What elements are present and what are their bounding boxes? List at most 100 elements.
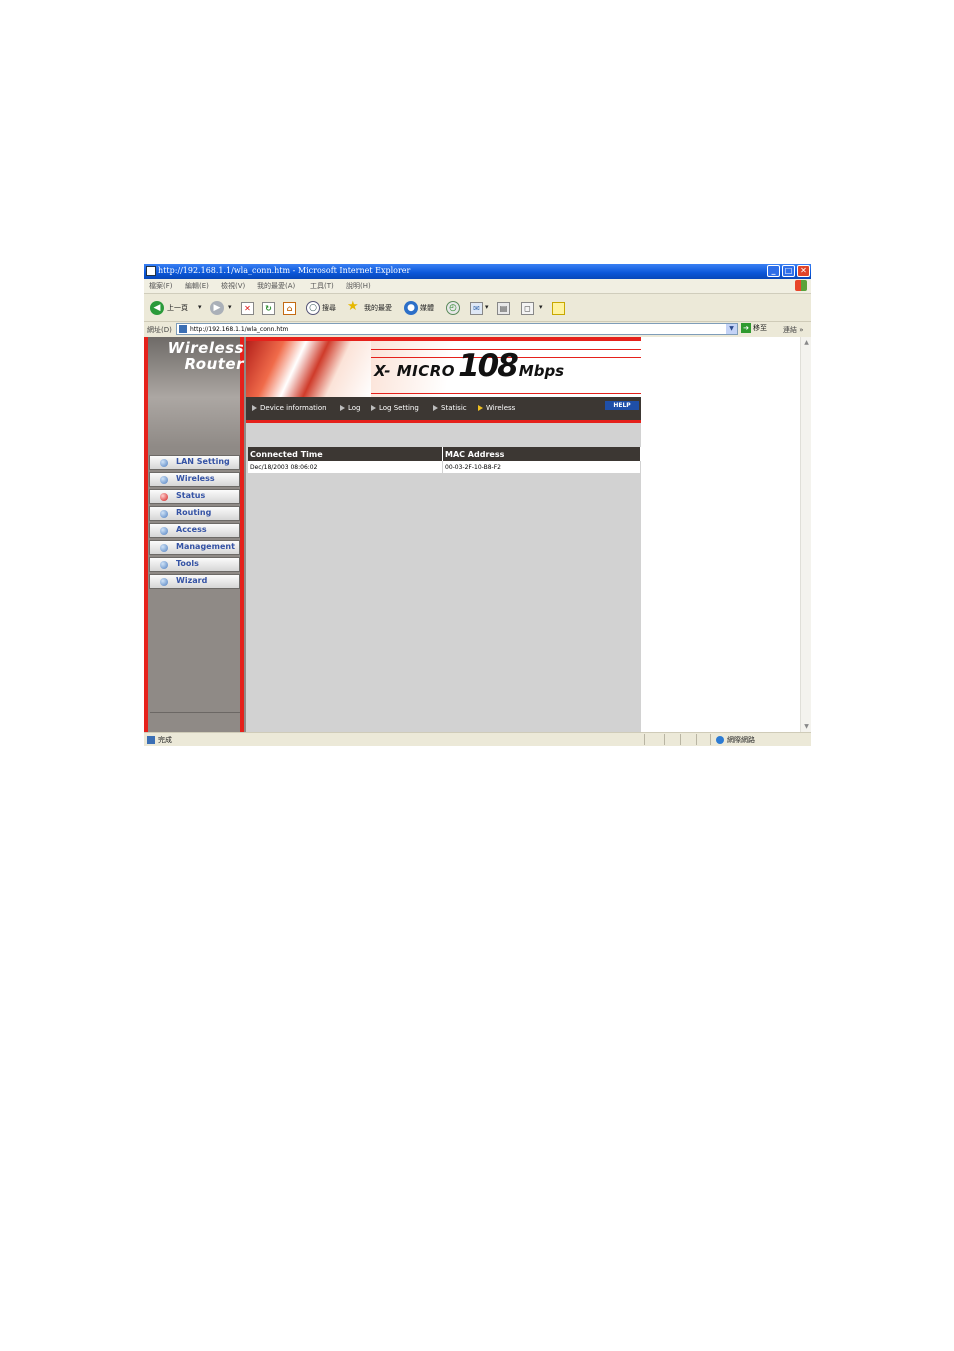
media-icon[interactable]: ● — [404, 301, 418, 315]
triangle-icon — [433, 405, 438, 411]
refresh-icon[interactable]: ↻ — [262, 302, 275, 315]
nav-item-label: Wireless — [176, 474, 215, 483]
menu-view[interactable]: 檢視(V) — [221, 281, 245, 291]
forward-arrow-icon[interactable]: ▶ — [210, 301, 224, 315]
forward-dropdown-icon[interactable]: ▾ — [228, 303, 232, 311]
page-icon — [179, 325, 187, 333]
links-label: 連結 — [783, 326, 797, 334]
stop-icon[interactable]: ✕ — [241, 302, 254, 315]
brand-line-1: Wireless — [167, 339, 244, 357]
back-arrow-icon[interactable]: ◀ — [150, 301, 164, 315]
nav-item-status[interactable]: Status — [149, 489, 240, 504]
status-label: 完成 — [158, 736, 172, 744]
address-field[interactable]: ▼ — [176, 323, 738, 335]
logo-brand: X- MICRO — [374, 362, 456, 380]
links-toolbar[interactable]: 連結 » — [783, 325, 804, 335]
favorites-star-icon[interactable]: ★ — [347, 299, 359, 314]
logo-unit: Mbps — [518, 362, 565, 380]
table-header-row: Connected Time MAC Address — [248, 447, 641, 461]
tab-label: Log Setting — [379, 404, 419, 412]
windows-logo-icon — [795, 280, 807, 291]
print-icon[interactable]: ▤ — [497, 302, 510, 315]
logo-speed: 108 — [458, 348, 519, 384]
status-divider — [664, 734, 665, 745]
menu-file[interactable]: 檔案(F) — [149, 281, 173, 291]
column-header-mac-address: MAC Address — [442, 447, 641, 461]
title-bar[interactable]: http://192.168.1.1/wla_conn.htm - Micros… — [144, 264, 811, 279]
tab-log-setting[interactable]: Log Setting — [371, 404, 419, 412]
search-button-label[interactable]: 搜尋 — [322, 303, 336, 313]
mail-icon[interactable]: ✉ — [470, 302, 483, 315]
menu-edit[interactable]: 編輯(E) — [185, 281, 209, 291]
router-sidebar: Wireless Router LAN Setting Wireless Sta… — [144, 337, 246, 732]
column-header-connected-time: Connected Time — [248, 447, 443, 461]
bullet-icon — [160, 544, 168, 552]
edit-icon[interactable]: ◻ — [521, 302, 534, 315]
maximize-button[interactable]: □ — [782, 265, 795, 277]
scroll-down-icon[interactable]: ▼ — [802, 722, 811, 731]
menu-help[interactable]: 說明(H) — [346, 281, 371, 291]
wireless-clients-table: Connected Time MAC Address Dec/18/2003 0… — [248, 447, 641, 473]
nav-item-routing[interactable]: Routing — [149, 506, 240, 521]
close-button[interactable]: ✕ — [797, 265, 810, 277]
address-dropdown-icon[interactable]: ▼ — [726, 324, 737, 334]
tab-log[interactable]: Log — [340, 404, 361, 412]
address-bar: 網址(D) ▼ ➔移至 連結 » — [144, 322, 811, 338]
page-icon — [146, 266, 156, 276]
nav-item-tools[interactable]: Tools — [149, 557, 240, 572]
scroll-up-icon[interactable]: ▲ — [802, 338, 811, 347]
tab-label: Wireless — [486, 404, 516, 412]
chevron-right-icon[interactable]: » — [799, 326, 803, 334]
bullet-icon — [160, 510, 168, 518]
go-arrow-icon: ➔ — [741, 323, 751, 333]
product-logo: X- MICRO108 Mbps — [374, 348, 564, 384]
media-button-label[interactable]: 媒體 — [420, 303, 434, 313]
globe-icon — [716, 736, 724, 744]
bullet-icon — [160, 476, 168, 484]
nav-item-label: Access — [176, 525, 207, 534]
nav-item-label: Management — [176, 542, 235, 551]
window-title: http://192.168.1.1/wla_conn.htm - Micros… — [158, 266, 411, 275]
nav-item-wizard[interactable]: Wizard — [149, 574, 240, 589]
go-label: 移至 — [753, 324, 767, 332]
address-input[interactable] — [190, 324, 720, 334]
search-icon[interactable]: ○ — [306, 301, 320, 315]
status-divider — [710, 734, 711, 745]
cell-mac-address: 00-03-2F-10-B8-F2 — [442, 461, 641, 473]
banner-line — [371, 393, 641, 394]
tab-statisic[interactable]: Statisic — [433, 404, 467, 412]
mail-dropdown-icon[interactable]: ▾ — [485, 303, 489, 311]
zone-label: 網際網路 — [727, 736, 755, 744]
sidebar-header: Wireless Router — [148, 337, 244, 447]
status-divider — [644, 734, 645, 745]
vertical-scrollbar[interactable]: ▲ ▼ — [800, 337, 811, 732]
back-dropdown-icon[interactable]: ▾ — [198, 303, 202, 311]
nav-item-access[interactable]: Access — [149, 523, 240, 538]
history-icon[interactable]: ◴ — [446, 301, 460, 315]
nav-item-wireless[interactable]: Wireless — [149, 472, 240, 487]
toolbar: ◀ 上一頁 ▾ ▶ ▾ ✕ ↻ ⌂ ○ 搜尋 ★ 我的最愛 ● 媒體 ◴ ✉ ▾… — [144, 294, 811, 322]
security-zone: 網際網路 — [716, 735, 755, 745]
favorites-button-label[interactable]: 我的最愛 — [364, 303, 392, 313]
messenger-icon[interactable] — [552, 302, 565, 315]
tab-label: Log — [348, 404, 361, 412]
nav-item-management[interactable]: Management — [149, 540, 240, 555]
home-icon[interactable]: ⌂ — [283, 302, 296, 315]
edit-dropdown-icon[interactable]: ▾ — [539, 303, 543, 311]
tab-device-information[interactable]: Device information — [252, 404, 327, 412]
nav-item-lan-setting[interactable]: LAN Setting — [149, 455, 240, 470]
brand-logo: Wireless Router — [156, 340, 244, 372]
minimize-button[interactable]: _ — [767, 265, 780, 277]
sidebar-divider — [150, 712, 240, 713]
router-nav: LAN Setting Wireless Status Routing Acce… — [149, 455, 240, 591]
menu-bar: 檔案(F) 編輯(E) 檢視(V) 我的最愛(A) 工具(T) 說明(H) — [144, 279, 811, 294]
nav-item-label: LAN Setting — [176, 457, 230, 466]
menu-tools[interactable]: 工具(T) — [310, 281, 334, 291]
go-button[interactable]: ➔ 移至 — [741, 323, 767, 335]
triangle-icon — [371, 405, 376, 411]
back-button-label[interactable]: 上一頁 — [167, 303, 188, 313]
table-row: Dec/18/2003 08:06:02 00-03-2F-10-B8-F2 — [248, 461, 641, 473]
menu-favorites[interactable]: 我的最愛(A) — [257, 281, 295, 291]
help-button[interactable]: HELP — [605, 401, 639, 410]
tab-wireless[interactable]: Wireless — [478, 404, 515, 412]
